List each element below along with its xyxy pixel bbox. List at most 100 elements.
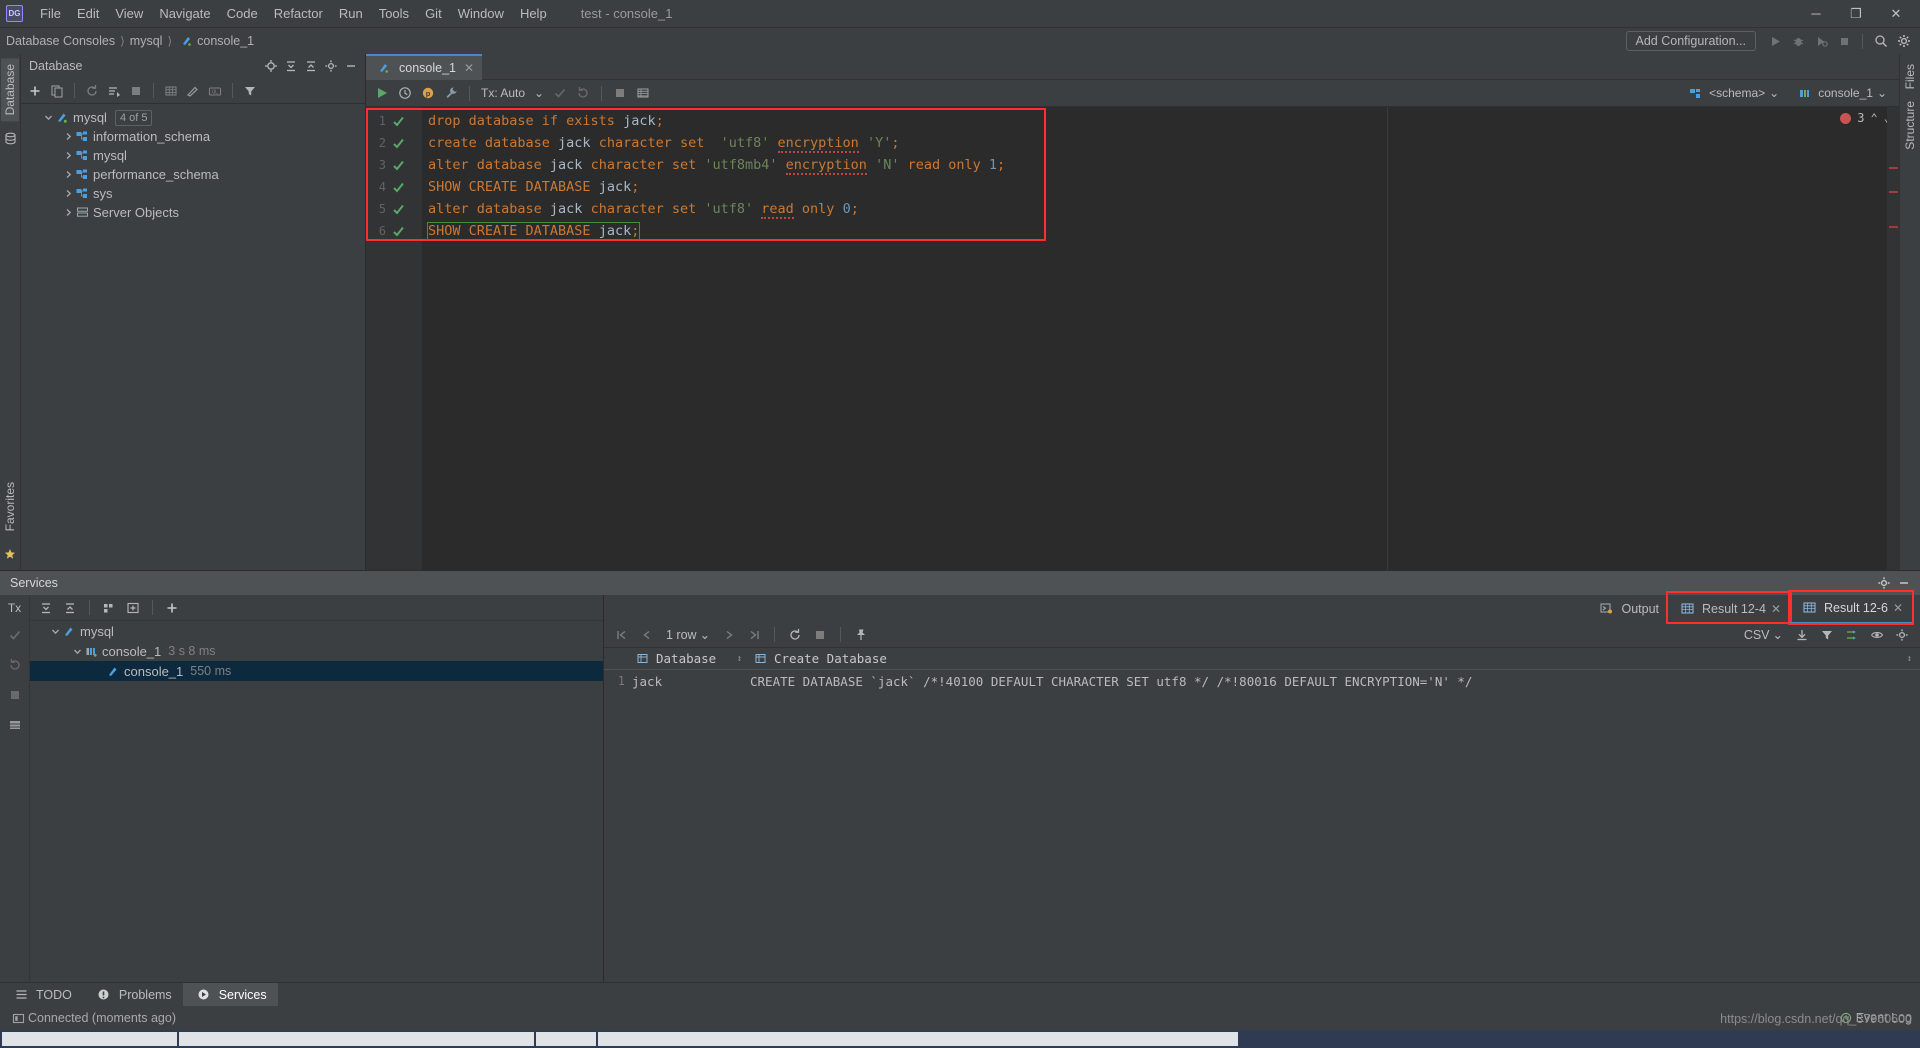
transpose-icon[interactable] bbox=[1842, 625, 1862, 645]
pin-icon[interactable] bbox=[851, 625, 871, 645]
editor-tab-console-1[interactable]: console_1 ✕ bbox=[366, 54, 483, 80]
run-icon[interactable] bbox=[1765, 31, 1785, 51]
code-line[interactable]: alter database jack character set 'utf8m… bbox=[422, 154, 1899, 176]
grid-cell-create-database[interactable]: CREATE DATABASE `jack` /*!40100 DEFAULT … bbox=[750, 674, 1920, 689]
stop-icon[interactable] bbox=[1834, 31, 1854, 51]
stop-icon[interactable] bbox=[126, 81, 146, 101]
first-page-icon[interactable] bbox=[612, 625, 632, 645]
add-icon[interactable] bbox=[25, 81, 45, 101]
stop-icon[interactable] bbox=[5, 685, 25, 705]
close-icon[interactable]: ✕ bbox=[464, 61, 474, 75]
chevron-right-icon[interactable] bbox=[61, 130, 75, 144]
next-page-icon[interactable] bbox=[719, 625, 739, 645]
code-line[interactable]: alter database jack character set 'utf8'… bbox=[422, 198, 1899, 220]
sync-icon[interactable] bbox=[104, 81, 124, 101]
breadcrumb-item-mysql[interactable]: mysql bbox=[130, 34, 163, 48]
statement-success-icon[interactable] bbox=[392, 154, 406, 176]
grid-icon[interactable] bbox=[633, 83, 653, 103]
db-tree-item-mysql[interactable]: mysql 4 of 5 bbox=[21, 108, 365, 127]
grid-column-header-create-database[interactable]: Create Database ↕ bbox=[750, 649, 1920, 669]
db-tree-item-mysql[interactable]: mysql bbox=[21, 146, 365, 165]
sql-editor[interactable]: 1 2 3 4 5 6 drop database if exists jack; crea… bbox=[366, 107, 1899, 570]
code-line[interactable]: create database jack character set 'utf8… bbox=[422, 132, 1899, 154]
taskbar-item[interactable] bbox=[536, 1032, 596, 1046]
eye-icon[interactable] bbox=[1867, 625, 1887, 645]
chevron-right-icon[interactable] bbox=[61, 187, 75, 201]
hide-panel-icon[interactable] bbox=[1894, 573, 1914, 593]
breadcrumb-item-database-consoles[interactable]: Database Consoles bbox=[6, 34, 115, 48]
close-icon[interactable]: ✕ bbox=[1771, 602, 1781, 616]
table-row[interactable]: 1 jack CREATE DATABASE `jack` /*!40100 DEF… bbox=[604, 670, 1920, 692]
result-tab-result-12-4[interactable]: Result 12-4 ✕ bbox=[1668, 595, 1790, 623]
edit-icon[interactable] bbox=[183, 81, 203, 101]
chevron-down-icon[interactable]: ⌄ bbox=[531, 86, 547, 100]
database-tree[interactable]: mysql 4 of 5 information_schema mysql perfor… bbox=[21, 104, 365, 570]
commit-icon[interactable] bbox=[5, 625, 25, 645]
bottom-tab-services[interactable]: Services bbox=[182, 983, 278, 1006]
menu-item-code[interactable]: Code bbox=[219, 3, 266, 24]
refresh-icon[interactable] bbox=[82, 81, 102, 101]
code-line[interactable]: SHOW CREATE DATABASE jack; bbox=[422, 176, 1899, 198]
close-button[interactable]: ✕ bbox=[1876, 1, 1916, 27]
statement-success-icon[interactable] bbox=[392, 110, 406, 132]
chevron-down-icon[interactable] bbox=[41, 111, 55, 125]
last-page-icon[interactable] bbox=[744, 625, 764, 645]
settings-icon[interactable] bbox=[1894, 31, 1914, 51]
grid-column-header-database[interactable]: Database ↕ bbox=[632, 649, 750, 669]
sort-indicator-icon[interactable]: ↕ bbox=[737, 654, 750, 664]
taskbar-item[interactable] bbox=[2, 1032, 177, 1046]
export-icon[interactable] bbox=[1792, 625, 1812, 645]
code-line[interactable]: SHOW CREATE DATABASE jack; bbox=[422, 220, 1899, 242]
menu-item-tools[interactable]: Tools bbox=[371, 3, 417, 24]
group-icon[interactable] bbox=[99, 598, 119, 618]
menu-item-window[interactable]: Window bbox=[450, 3, 512, 24]
expand-all-icon[interactable] bbox=[36, 598, 56, 618]
maximize-button[interactable]: ❐ bbox=[1836, 1, 1876, 27]
tool-tab-database[interactable]: Database bbox=[1, 58, 19, 122]
expand-all-icon[interactable] bbox=[281, 56, 301, 76]
add-icon[interactable] bbox=[162, 598, 182, 618]
export-format-selector[interactable]: CSV ⌄ bbox=[1740, 627, 1787, 643]
menu-item-view[interactable]: View bbox=[107, 3, 151, 24]
settings-icon[interactable] bbox=[1874, 573, 1894, 593]
grid-body[interactable]: 1 jack CREATE DATABASE `jack` /*!40100 DEF… bbox=[604, 670, 1920, 692]
tool-tab-structure[interactable]: Structure bbox=[1901, 95, 1919, 156]
tx-mode-label[interactable]: Tx: Auto bbox=[478, 86, 528, 100]
reload-icon[interactable] bbox=[785, 625, 805, 645]
settings-icon[interactable] bbox=[321, 56, 341, 76]
menu-item-navigate[interactable]: Navigate bbox=[151, 3, 218, 24]
locate-icon[interactable] bbox=[261, 56, 281, 76]
tx-icon[interactable]: Tx bbox=[5, 601, 24, 615]
breadcrumb-item-console-1[interactable]: console_1 bbox=[197, 34, 254, 48]
query-console-icon[interactable]: QL bbox=[205, 81, 225, 101]
db-tree-item-performance-schema[interactable]: performance_schema bbox=[21, 165, 365, 184]
chevron-right-icon[interactable] bbox=[61, 206, 75, 220]
bottom-tab-problems[interactable]: Problems bbox=[83, 983, 183, 1006]
tool-tab-files[interactable]: Files bbox=[1901, 58, 1919, 95]
add-frame-icon[interactable] bbox=[123, 598, 143, 618]
copy-icon[interactable] bbox=[47, 81, 67, 101]
tool-tab-favorites[interactable]: Favorites bbox=[1, 476, 19, 537]
chevron-right-icon[interactable] bbox=[61, 149, 75, 163]
result-tab-output[interactable]: Output bbox=[1587, 595, 1668, 623]
debug-icon[interactable] bbox=[1788, 31, 1808, 51]
settings-icon[interactable] bbox=[1892, 625, 1912, 645]
close-icon[interactable]: ✕ bbox=[1893, 601, 1903, 615]
menu-item-file[interactable]: File bbox=[32, 3, 69, 24]
statement-success-icon[interactable] bbox=[392, 198, 406, 220]
wrench-icon[interactable] bbox=[441, 83, 461, 103]
run-coverage-icon[interactable] bbox=[1811, 31, 1831, 51]
hide-panel-icon[interactable] bbox=[341, 56, 361, 76]
result-grid[interactable]: Database ↕ Create Database ↕ 1 jack CREATE… bbox=[604, 648, 1920, 982]
grid-cell-database[interactable]: jack bbox=[632, 674, 750, 689]
menu-item-refactor[interactable]: Refactor bbox=[266, 3, 331, 24]
code-area[interactable]: drop database if exists jack; create data… bbox=[422, 107, 1899, 570]
services-tree-item[interactable]: mysql bbox=[30, 621, 603, 641]
statement-success-icon[interactable] bbox=[392, 220, 406, 242]
chevron-down-icon[interactable] bbox=[48, 624, 62, 638]
taskbar-item[interactable] bbox=[598, 1032, 1238, 1046]
minimize-button[interactable]: ─ bbox=[1796, 1, 1836, 27]
commit-icon[interactable] bbox=[550, 83, 570, 103]
filter-icon[interactable] bbox=[1817, 625, 1837, 645]
statement-success-icon[interactable] bbox=[392, 132, 406, 154]
